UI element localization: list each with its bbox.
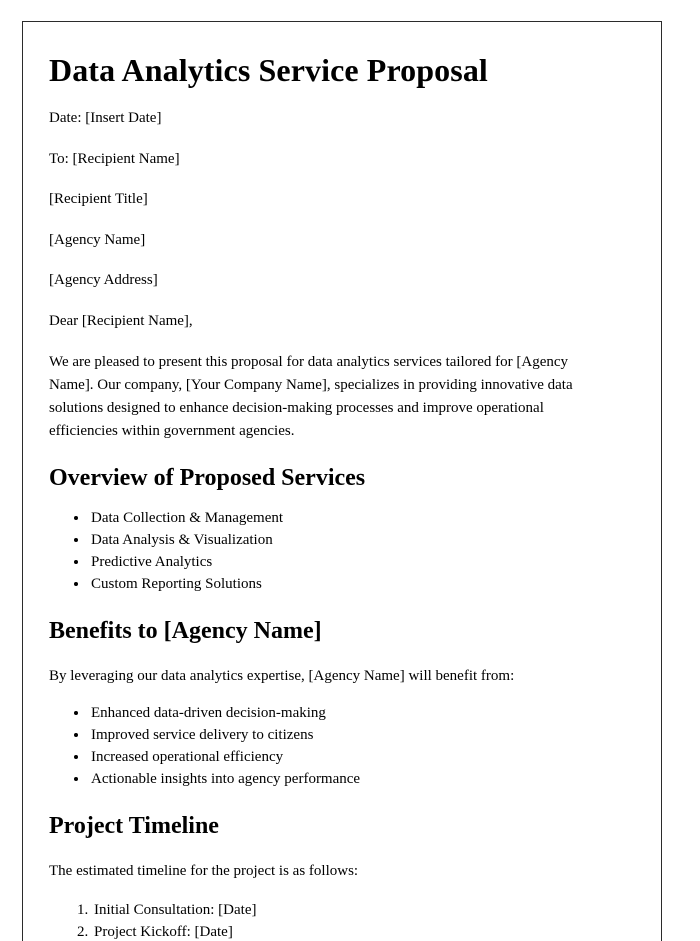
list-item: Data Collection & Management [89,507,609,529]
page-title: Data Analytics Service Proposal [49,52,488,88]
list-item: Improved service delivery to citizens [89,724,609,746]
salutation-line: Dear [Recipient Name], [49,312,193,329]
services-list: Data Collection & Management Data Analys… [49,507,609,595]
recipient-title-line: [Recipient Title] [49,191,148,208]
section-heading-timeline: Project Timeline [49,813,219,840]
section-heading-benefits: Benefits to [Agency Name] [49,618,322,645]
agency-name-line: [Agency Name] [49,231,146,248]
date-line: Date: [Insert Date] [49,110,162,127]
recipient-name-line: To: [Recipient Name] [49,150,180,167]
benefits-lead-paragraph: By leveraging our data analytics experti… [49,668,515,685]
intro-paragraph: We are pleased to present this proposal … [49,354,573,439]
benefits-list: Enhanced data-driven decision-making Imp… [49,702,609,790]
section-heading-overview: Overview of Proposed Services [49,465,366,492]
agency-address-line: [Agency Address] [49,272,158,289]
list-item: Custom Reporting Solutions [89,573,609,595]
timeline-list: Initial Consultation: [Date] Project Kic… [49,899,609,941]
list-item: Increased operational efficiency [89,746,609,768]
list-item: Data Analysis & Visualization [89,529,609,551]
list-item: Initial Consultation: [Date] [92,899,609,921]
timeline-lead-paragraph: The estimated timeline for the project i… [49,862,359,879]
list-item: Project Kickoff: [Date] [92,921,609,941]
document-page: Data Analytics Service Proposal Date: [I… [22,21,662,941]
list-item: Enhanced data-driven decision-making [89,702,609,724]
list-item: Actionable insights into agency performa… [89,768,609,790]
list-item: Predictive Analytics [89,551,609,573]
